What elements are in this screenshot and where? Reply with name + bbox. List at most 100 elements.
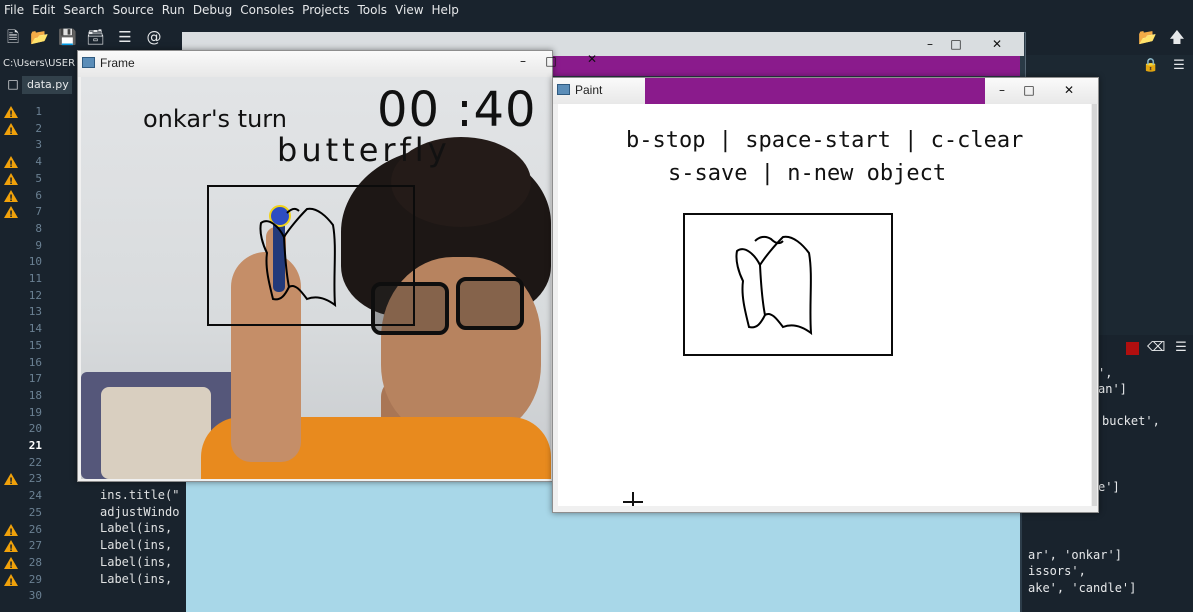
gutter-line: 13 — [0, 304, 42, 321]
path-label: C:\Users\USER — [0, 55, 83, 73]
paint-close-button[interactable]: ✕ — [1047, 81, 1091, 99]
line-number: 25 — [28, 505, 42, 519]
eraser-icon[interactable]: ⌫ — [1147, 339, 1165, 357]
warning-icon[interactable] — [4, 189, 18, 207]
warning-icon[interactable] — [4, 523, 18, 541]
code-line: adjustWindo — [100, 504, 180, 519]
save-all-icon[interactable]: 🗃 — [86, 28, 105, 46]
gutter-line: 12 — [0, 288, 42, 305]
warning-icon[interactable] — [4, 122, 18, 140]
frame-close-button[interactable]: ✕ — [570, 50, 614, 68]
open-folder-icon[interactable]: 📂 — [30, 28, 49, 46]
menu-debug[interactable]: Debug — [189, 3, 236, 17]
gutter-line: 30 — [0, 588, 42, 605]
console-output-line: an'] — [1098, 382, 1127, 396]
gutter-line: 7 — [0, 204, 42, 224]
gutter-line: 11 — [0, 271, 42, 288]
menu-view[interactable]: View — [391, 3, 427, 17]
code-line: Label(ins, — [100, 554, 173, 569]
warning-icon[interactable] — [4, 206, 18, 224]
warning-icon[interactable] — [4, 106, 18, 124]
line-number: 28 — [28, 555, 42, 569]
paint-titlebar[interactable]: Paint – □ ✕ — [553, 78, 1098, 104]
warning-icon[interactable] — [4, 573, 18, 591]
line-number: 8 — [35, 221, 42, 235]
menu-file[interactable]: File — [0, 3, 28, 17]
warning-icon[interactable] — [4, 473, 18, 491]
gutter-line: 25 — [0, 505, 42, 522]
console-output-line: bucket', — [1102, 414, 1160, 428]
console-output-line: ', — [1098, 366, 1113, 380]
outline-icon[interactable]: ☰ — [116, 28, 134, 46]
warning-icon[interactable] — [4, 556, 18, 575]
gutter-line: 16 — [0, 355, 42, 372]
at-icon[interactable]: @ — [145, 28, 163, 46]
menu-tools[interactable]: Tools — [353, 3, 391, 17]
paint-minimize-button[interactable]: – — [989, 81, 1015, 99]
save-icon[interactable]: 💾 — [58, 28, 77, 46]
line-number: 12 — [28, 288, 42, 302]
gutter-line: 9 — [0, 238, 42, 255]
editor-tab-data-py[interactable]: data.py — [22, 76, 72, 94]
drawing-region-box — [207, 185, 415, 326]
line-number: 1 — [35, 105, 42, 118]
line-number: 3 — [35, 138, 42, 152]
gutter-line: 2 — [0, 121, 42, 140]
menu-source[interactable]: Source — [109, 3, 158, 17]
line-number: 14 — [28, 322, 42, 336]
frame-minimize-button[interactable]: – — [510, 52, 536, 70]
line-number: 29 — [28, 572, 42, 586]
line-number: 6 — [35, 188, 42, 202]
gutter-line: 28 — [0, 555, 42, 575]
frame-butterfly-sketch — [259, 207, 337, 308]
menu-bar: File Edit Search Source Run Debug Consoles Proj… — [0, 0, 1193, 20]
warning-icon[interactable] — [4, 540, 18, 558]
console-menu-icon[interactable]: ☰ — [1172, 339, 1190, 357]
line-number: 21 — [28, 439, 42, 452]
menu-consoles[interactable]: Consoles — [236, 3, 298, 17]
bg-close-button[interactable]: ✕ — [975, 35, 1019, 53]
open-folder-icon-right[interactable]: 📂 — [1138, 28, 1157, 46]
line-number: 15 — [28, 338, 42, 352]
stop-icon[interactable] — [1126, 342, 1139, 355]
gutter-line: 8 — [0, 221, 42, 238]
browse-tabs-icon[interactable]: □ — [4, 75, 22, 93]
paint-title: Paint — [575, 83, 603, 97]
paint-maximize-button[interactable]: □ — [1016, 81, 1042, 99]
options-menu-icon[interactable]: ☰ — [1170, 57, 1188, 75]
warning-icon[interactable] — [4, 156, 18, 174]
menu-run[interactable]: Run — [158, 3, 189, 17]
warning-icon[interactable] — [4, 172, 18, 190]
bg-minimize-button[interactable]: – — [917, 35, 943, 53]
console-toolbar: ⌫ ☰ — [1096, 337, 1193, 361]
gutter-line: 17 — [0, 371, 42, 388]
target-word: butterfly — [277, 131, 451, 169]
frame-window: Frame – □ onkar's turn 00 :40 butterfly — [77, 50, 557, 482]
paint-butterfly-sketch — [735, 235, 813, 336]
line-number: 26 — [28, 522, 42, 536]
gutter-line: 1 — [0, 104, 42, 124]
bg-maximize-button[interactable]: □ — [943, 35, 969, 53]
line-number: 20 — [28, 422, 42, 436]
frame-maximize-button[interactable]: □ — [538, 52, 564, 70]
new-file-icon[interactable]: 🗎 — [4, 28, 22, 46]
gutter-line: 6 — [0, 188, 42, 207]
paint-scrollbar[interactable] — [1092, 104, 1097, 506]
menu-projects[interactable]: Projects — [298, 3, 353, 17]
frame-app-icon — [82, 57, 95, 68]
line-number: 30 — [28, 589, 42, 603]
gutter-line: 19 — [0, 405, 42, 422]
code-line: Label(ins, — [100, 571, 173, 586]
paint-canvas[interactable]: b-stop | space-start | c-clear s-save | … — [558, 104, 1091, 506]
frame-titlebar[interactable]: Frame – □ — [78, 51, 557, 77]
menu-help[interactable]: Help — [428, 3, 463, 17]
player-turn-text: onkar's turn — [143, 105, 287, 133]
line-number: 17 — [28, 372, 42, 386]
lock-icon[interactable]: 🔒 — [1142, 57, 1160, 75]
menu-edit[interactable]: Edit — [28, 3, 59, 17]
line-number: 2 — [35, 121, 42, 135]
gutter-line: 3 — [0, 137, 42, 154]
paint-titlebar-band — [645, 78, 985, 104]
up-arrow-icon[interactable]: 🡅 — [1168, 28, 1186, 46]
menu-search[interactable]: Search — [59, 3, 108, 17]
